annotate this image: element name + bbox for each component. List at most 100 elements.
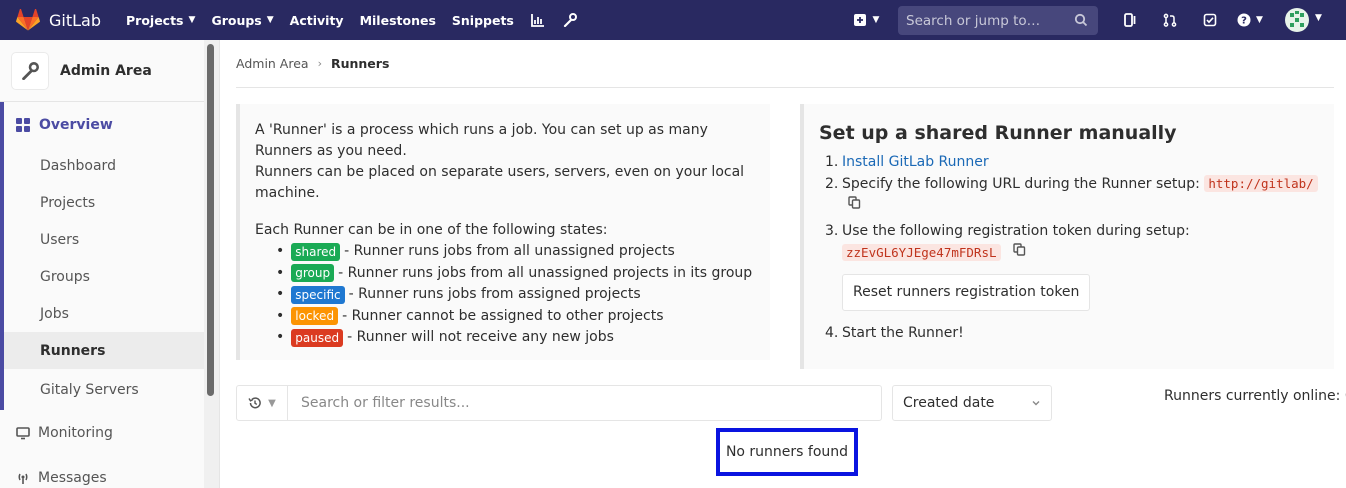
runner-url: http://gitlab/ [1204, 175, 1318, 192]
sidebar-item-projects[interactable]: Projects [4, 184, 204, 221]
issues-icon[interactable] [1110, 0, 1150, 40]
admin-sidebar: Admin Area Overview Dashboard Projects U… [0, 40, 220, 488]
history-icon [248, 397, 261, 409]
sidebar-header[interactable]: Admin Area [0, 40, 204, 102]
sidebar-item-users[interactable]: Users [4, 221, 204, 258]
setup-title: Set up a shared Runner manually [819, 122, 1177, 144]
wrench-icon[interactable] [562, 12, 578, 28]
info-line-2: Runners can be placed on separate users,… [255, 164, 745, 201]
shared-badge: shared [291, 242, 341, 261]
help-menu[interactable]: ? ▼ [1230, 0, 1270, 40]
brand-name: GitLab [49, 10, 101, 30]
states-intro: Each Runner can be in one of the followi… [255, 222, 608, 238]
breadcrumb: Admin Area › Runners [236, 40, 1334, 88]
sidebar-item-messages[interactable]: Messages [0, 455, 204, 488]
runners-info-panel: A 'Runner' is a process which runs a job… [236, 104, 770, 360]
monitor-icon [16, 426, 30, 440]
state-description: - Runner runs jobs from all unassigned p… [338, 264, 753, 281]
list-item: 3. Use the following registration token d… [825, 221, 1319, 323]
state-description: - Runner cannot be assigned to other pro… [342, 307, 664, 324]
breadcrumb-current[interactable]: Runners [331, 56, 389, 71]
chevron-down-icon: ▼ [268, 397, 276, 409]
list-item: 2. Specify the following URL during the R… [825, 173, 1319, 217]
step4-text: Start the Runner! [842, 324, 964, 341]
sidebar-item-gitaly-servers[interactable]: Gitaly Servers [4, 369, 204, 410]
copy-token-icon[interactable] [1013, 242, 1026, 263]
state-description: - Runner will not receive any new jobs [347, 329, 614, 346]
merge-requests-icon[interactable] [1150, 0, 1190, 40]
gitlab-logo-icon [16, 9, 40, 31]
nav-snippets-label: Snippets [451, 12, 514, 28]
plus-square-icon [853, 14, 866, 26]
specific-badge: specific [291, 285, 345, 304]
state-description: - Runner runs jobs from assigned project… [348, 286, 641, 303]
sidebar-title: Admin Area [60, 62, 152, 79]
empty-state-message: No runners found [716, 428, 858, 476]
shared-runner-setup-panel: Set up a shared Runner manually 1. Instal… [800, 104, 1334, 369]
filter-search-input[interactable]: Search or filter results... [288, 395, 470, 411]
sidebar-item-messages-label: Messages [38, 469, 107, 486]
nav-groups-label: Groups [211, 12, 262, 28]
chevron-down-icon: ▼ [872, 15, 880, 25]
step3-text: Use the following registration token dur… [842, 222, 1190, 239]
list-item: paused - Runner will not receive any new… [288, 327, 755, 349]
search-placeholder: Search or jump to… [906, 12, 1041, 29]
help-icon: ? [1237, 13, 1251, 27]
copy-url-icon[interactable] [848, 195, 861, 216]
sidebar-item-runners[interactable]: Runners [4, 332, 204, 369]
new-item-button[interactable]: ▼ [846, 0, 886, 40]
states-list: shared - Runner runs jobs from all unass… [288, 241, 755, 349]
chevron-down-icon[interactable]: ▼ [1315, 13, 1322, 23]
list-item: 4. Start the Runner! [825, 324, 964, 341]
recent-searches-button[interactable]: ▼ [237, 386, 288, 420]
nav-activity-label: Activity [289, 12, 344, 28]
sort-dropdown[interactable]: Created date [892, 385, 1052, 421]
wrench-icon [22, 61, 39, 80]
chevron-down-icon: ▼ [188, 15, 196, 25]
sidebar-item-monitoring[interactable]: Monitoring [0, 410, 204, 455]
list-item: group - Runner runs jobs from all unassi… [288, 263, 755, 285]
todos-icon[interactable] [1190, 0, 1230, 40]
sidebar-item-jobs[interactable]: Jobs [4, 295, 204, 332]
svg-text:?: ? [1241, 16, 1247, 27]
identicon-icon [1286, 9, 1308, 31]
sidebar-item-overview-label: Overview [39, 116, 113, 133]
sort-selected-value: Created date [903, 395, 995, 411]
nav-milestones[interactable]: Milestones [352, 0, 444, 40]
user-avatar[interactable] [1285, 8, 1309, 32]
search-input[interactable]: Search or jump to… [898, 6, 1098, 35]
nav-projects-label: Projects [126, 12, 184, 28]
install-runner-link[interactable]: Install GitLab Runner [842, 154, 989, 170]
chart-icon[interactable] [530, 12, 546, 28]
grid-icon [16, 117, 30, 132]
step2-text: Specify the following URL during the Run… [842, 176, 1200, 192]
nav-milestones-label: Milestones [359, 12, 436, 28]
reset-token-button[interactable]: Reset runners registration token [842, 273, 1091, 311]
sidebar-section-overview: Overview Dashboard Projects Users Groups… [0, 102, 204, 410]
broadcast-icon [16, 471, 30, 485]
list-item: locked - Runner cannot be assigned to ot… [288, 306, 755, 328]
sidebar-scrollbar[interactable] [207, 44, 214, 396]
sidebar-item-groups[interactable]: Groups [4, 258, 204, 295]
chevron-right-icon: › [317, 57, 322, 70]
paused-badge: paused [291, 328, 344, 347]
chevron-down-icon: ▼ [1256, 15, 1263, 25]
setup-steps: 1. Install GitLab Runner 2. Specify the fo… [825, 152, 1319, 344]
sidebar-item-dashboard[interactable]: Dashboard [4, 147, 204, 184]
sidebar-item-overview[interactable]: Overview [4, 102, 204, 147]
main-content: Admin Area › Runners A 'Runner' is a pro… [236, 40, 1346, 476]
group-badge: group [291, 264, 335, 283]
list-item: shared - Runner runs jobs from all unass… [288, 241, 755, 263]
chevron-down-icon [1032, 401, 1040, 406]
runners-online-count: Runners currently online: 0 [1164, 388, 1346, 404]
breadcrumb-admin-area[interactable]: Admin Area [236, 56, 309, 71]
nav-projects[interactable]: Projects ▼ [118, 0, 203, 40]
info-line-1: A 'Runner' is a process which runs a job… [255, 122, 708, 159]
nav-snippets[interactable]: Snippets [444, 0, 522, 40]
nav-groups[interactable]: Groups ▼ [203, 0, 281, 40]
nav-activity[interactable]: Activity [282, 0, 352, 40]
gitlab-home-link[interactable]: GitLab [0, 0, 101, 40]
list-item: specific - Runner runs jobs from assigne… [288, 284, 755, 306]
search-icon [1074, 13, 1088, 27]
filter-bar: ▼ Search or filter results... [236, 385, 882, 421]
